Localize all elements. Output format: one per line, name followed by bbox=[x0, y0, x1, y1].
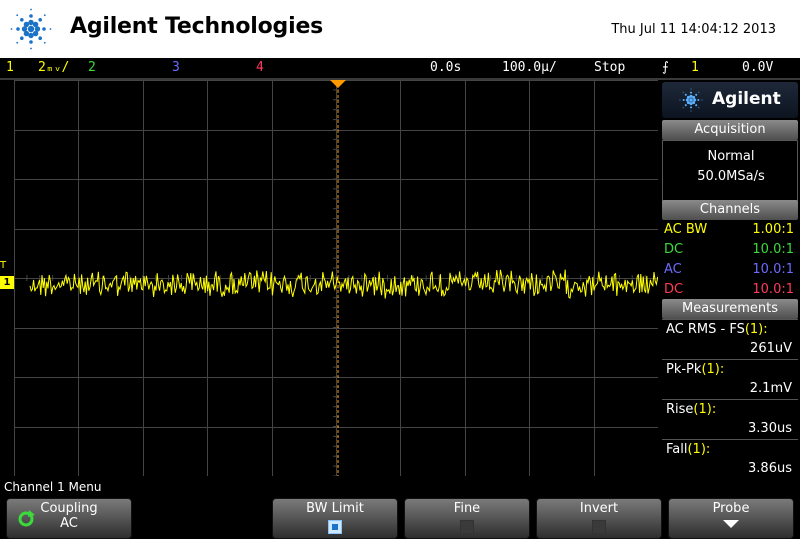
channel-row[interactable]: AC 10.0:1 bbox=[662, 260, 798, 280]
measurement-label[interactable]: AC RMS - FS(1): bbox=[662, 319, 798, 339]
channel-probe-ratio: 10.0:1 bbox=[752, 282, 794, 297]
bw-limit-checkbox[interactable] bbox=[328, 520, 342, 534]
channel-row[interactable]: AC BW 1.00:1 bbox=[662, 220, 798, 240]
submenu-arrow-icon bbox=[723, 520, 739, 528]
measurement-value: 3.30us bbox=[748, 421, 792, 436]
measurement-label[interactable]: Rise(1): bbox=[662, 399, 798, 419]
measurement-name: Fall bbox=[666, 442, 688, 457]
fine-softkey[interactable]: Fine bbox=[404, 498, 530, 539]
softkey-bar: Coupling AC BW Limit Fine Invert Probe bbox=[0, 498, 800, 539]
acquisition-header: Acquisition bbox=[662, 120, 798, 140]
measurement-name: AC RMS - FS bbox=[666, 322, 745, 337]
channel-row[interactable]: DC 10.0:1 bbox=[662, 280, 798, 300]
measurement-channel: (1): bbox=[693, 402, 717, 417]
waveform-display[interactable] bbox=[14, 80, 658, 476]
status-bar: 1 2ₘᵥ/ 2 3 4 0.0s 100.0µ/ Stop ⨍ 1 0.0V bbox=[0, 58, 800, 79]
probe-softkey[interactable]: Probe bbox=[668, 498, 794, 539]
channel-row[interactable]: DC 10.0:1 bbox=[662, 240, 798, 260]
bw-limit-label: BW Limit bbox=[306, 501, 364, 516]
coupling-softkey[interactable]: Coupling AC bbox=[6, 498, 132, 539]
panel-logo: Agilent bbox=[662, 82, 798, 118]
datetime: Thu Jul 11 14:04:12 2013 bbox=[611, 22, 776, 37]
measurement-channel: (1): bbox=[744, 322, 768, 337]
cycle-icon bbox=[18, 510, 35, 527]
ch1-scale[interactable]: 2ₘᵥ/ bbox=[38, 60, 69, 75]
probe-label: Probe bbox=[712, 501, 750, 516]
ch1-offset-marker[interactable]: 1 bbox=[0, 276, 14, 289]
agilent-spark-small-icon bbox=[679, 88, 703, 112]
measurement-value: 3.86us bbox=[748, 461, 792, 476]
invert-label: Invert bbox=[579, 501, 619, 516]
fine-label: Fine bbox=[453, 501, 481, 516]
channel-probe-ratio: 10.0:1 bbox=[752, 262, 794, 277]
ch1-ground-marker: T bbox=[0, 260, 7, 271]
channel-probe-ratio: 10.0:1 bbox=[752, 242, 794, 257]
header-bar: Agilent Technologies Thu Jul 11 14:04:12… bbox=[0, 0, 800, 58]
channel-coupling: DC bbox=[664, 282, 684, 297]
ch1-label[interactable]: 1 bbox=[6, 60, 14, 75]
ch3-label[interactable]: 3 bbox=[172, 60, 180, 75]
channel-coupling: AC BW bbox=[664, 222, 708, 237]
ch1-waveform bbox=[29, 269, 658, 299]
fine-checkbox[interactable] bbox=[460, 520, 474, 534]
measurement-label[interactable]: Fall(1): bbox=[662, 439, 798, 459]
sample-rate: 50.0MSa/s bbox=[697, 169, 765, 184]
menu-title: Channel 1 Menu bbox=[4, 480, 102, 494]
trigger-source[interactable]: 1 bbox=[691, 60, 699, 75]
graticule bbox=[14, 80, 658, 476]
horizontal-delay[interactable]: 0.0s bbox=[430, 60, 461, 75]
measurement-value: 2.1mV bbox=[749, 381, 792, 396]
side-panel: Agilent Acquisition Normal 50.0MSa/s Cha… bbox=[660, 80, 800, 480]
ch4-label[interactable]: 4 bbox=[256, 60, 264, 75]
acquisition-box[interactable]: Normal 50.0MSa/s bbox=[662, 140, 798, 202]
trigger-edge-icon: ⨍ bbox=[662, 60, 669, 75]
run-state[interactable]: Stop bbox=[594, 60, 625, 75]
measurement-name: Rise bbox=[666, 402, 694, 417]
trigger-level[interactable]: 0.0V bbox=[742, 60, 773, 75]
channel-probe-ratio: 1.00:1 bbox=[752, 222, 794, 237]
agilent-spark-logo-icon bbox=[10, 8, 52, 50]
channel-coupling: DC bbox=[664, 242, 684, 257]
invert-softkey[interactable]: Invert bbox=[536, 498, 662, 539]
measurements-header: Measurements bbox=[662, 299, 798, 319]
acquisition-mode: Normal bbox=[707, 149, 755, 164]
invert-checkbox[interactable] bbox=[592, 520, 606, 534]
bw-limit-softkey[interactable]: BW Limit bbox=[272, 498, 398, 539]
measurement-name: Pk-Pk bbox=[666, 362, 702, 377]
measurement-value: 261uV bbox=[750, 341, 792, 356]
trigger-position-marker-icon bbox=[330, 80, 346, 88]
panel-logo-text: Agilent bbox=[712, 89, 781, 109]
channels-header: Channels bbox=[662, 200, 798, 220]
channel-coupling: AC bbox=[664, 262, 682, 277]
measurement-channel: (1): bbox=[687, 442, 711, 457]
measurement-channel: (1): bbox=[701, 362, 725, 377]
measurement-label[interactable]: Pk-Pk(1): bbox=[662, 359, 798, 379]
ch2-label[interactable]: 2 bbox=[88, 60, 96, 75]
timebase[interactable]: 100.0µ/ bbox=[502, 60, 557, 75]
brand-name: Agilent Technologies bbox=[70, 14, 324, 39]
